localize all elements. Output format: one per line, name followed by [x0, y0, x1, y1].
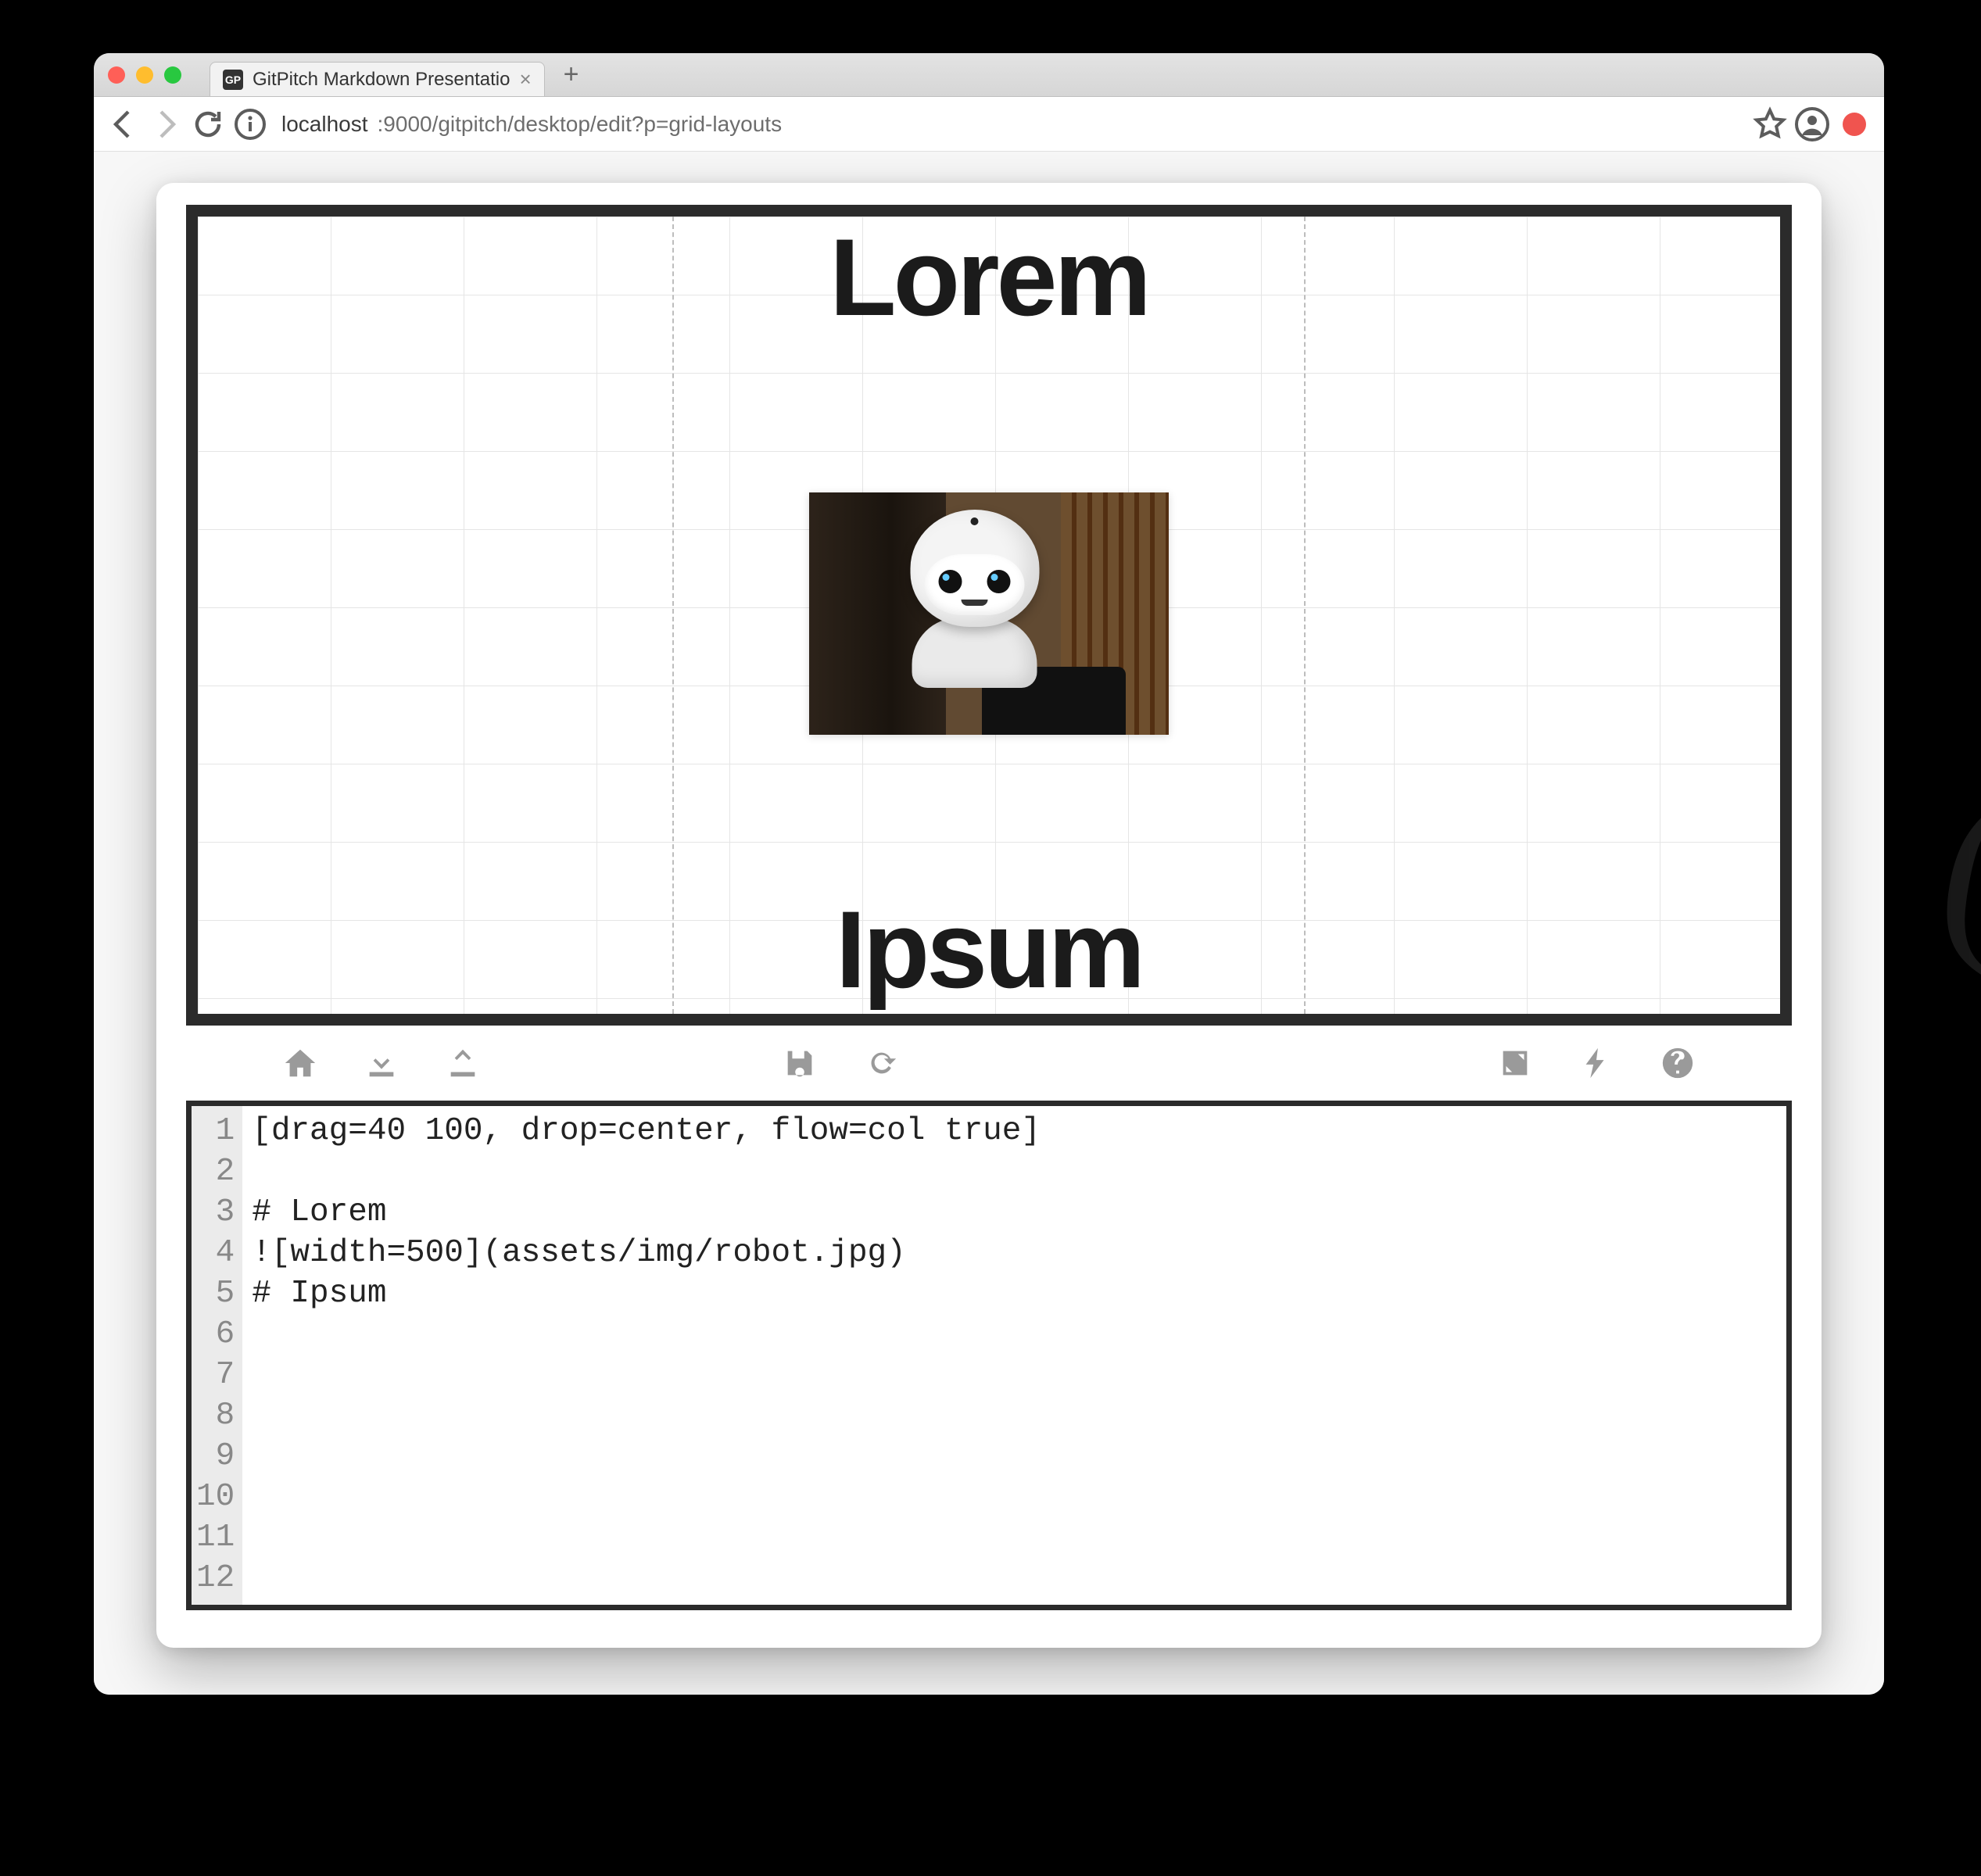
home-icon[interactable] [280, 1043, 321, 1083]
expand-icon[interactable] [1495, 1043, 1535, 1083]
refresh-icon[interactable] [861, 1043, 901, 1083]
url-path: :9000/gitpitch/desktop/edit?p=grid-layou… [378, 112, 783, 137]
slide-image-robot [809, 492, 1169, 735]
slide-preview[interactable]: Lorem [186, 205, 1792, 1026]
reload-button[interactable] [189, 106, 227, 143]
slide-drop-zone: Lorem [672, 217, 1306, 1014]
site-info-icon[interactable] [231, 106, 269, 143]
bolt-icon[interactable] [1576, 1043, 1617, 1083]
save-icon[interactable] [779, 1043, 820, 1083]
page-body: Lorem [94, 152, 1884, 1695]
back-button[interactable] [105, 106, 142, 143]
browser-window: GP GitPitch Markdown Presentatio × + loc… [94, 53, 1884, 1695]
window-controls [108, 66, 181, 84]
slide-heading-top: Lorem [829, 223, 1148, 332]
new-tab-button[interactable]: + [564, 59, 579, 90]
extension-red-dot[interactable] [1836, 106, 1873, 143]
tab-favicon: GP [223, 70, 243, 90]
forward-button[interactable] [147, 106, 184, 143]
close-window-button[interactable] [108, 66, 125, 84]
url-host: localhost [281, 112, 368, 137]
maximize-window-button[interactable] [164, 66, 181, 84]
tab-title: GitPitch Markdown Presentatio [253, 69, 510, 91]
app-card: Lorem [156, 183, 1822, 1648]
close-tab-icon[interactable]: × [519, 67, 531, 91]
titlebar: GP GitPitch Markdown Presentatio × + [94, 53, 1884, 97]
editor-toolbar [186, 1026, 1792, 1101]
download-icon[interactable] [361, 1043, 402, 1083]
slide-heading-bottom: Ipsum [836, 895, 1142, 1004]
browser-tab[interactable]: GP GitPitch Markdown Presentatio × [210, 62, 545, 96]
star-bookmark-icon[interactable] [1751, 106, 1789, 143]
help-icon[interactable] [1657, 1043, 1698, 1083]
editor-gutter: 123456789101112 [192, 1106, 242, 1605]
profile-avatar-icon[interactable] [1793, 106, 1831, 143]
url-field[interactable]: localhost :9000/gitpitch/desktop/edit?p=g… [274, 112, 1746, 137]
editor-code-area[interactable]: [drag=40 100, drop=center, flow=col true… [242, 1106, 1786, 1605]
upload-icon[interactable] [442, 1043, 483, 1083]
address-bar: localhost :9000/gitpitch/desktop/edit?p=g… [94, 97, 1884, 152]
code-editor[interactable]: 123456789101112 [drag=40 100, drop=cente… [186, 1101, 1792, 1610]
minimize-window-button[interactable] [136, 66, 153, 84]
